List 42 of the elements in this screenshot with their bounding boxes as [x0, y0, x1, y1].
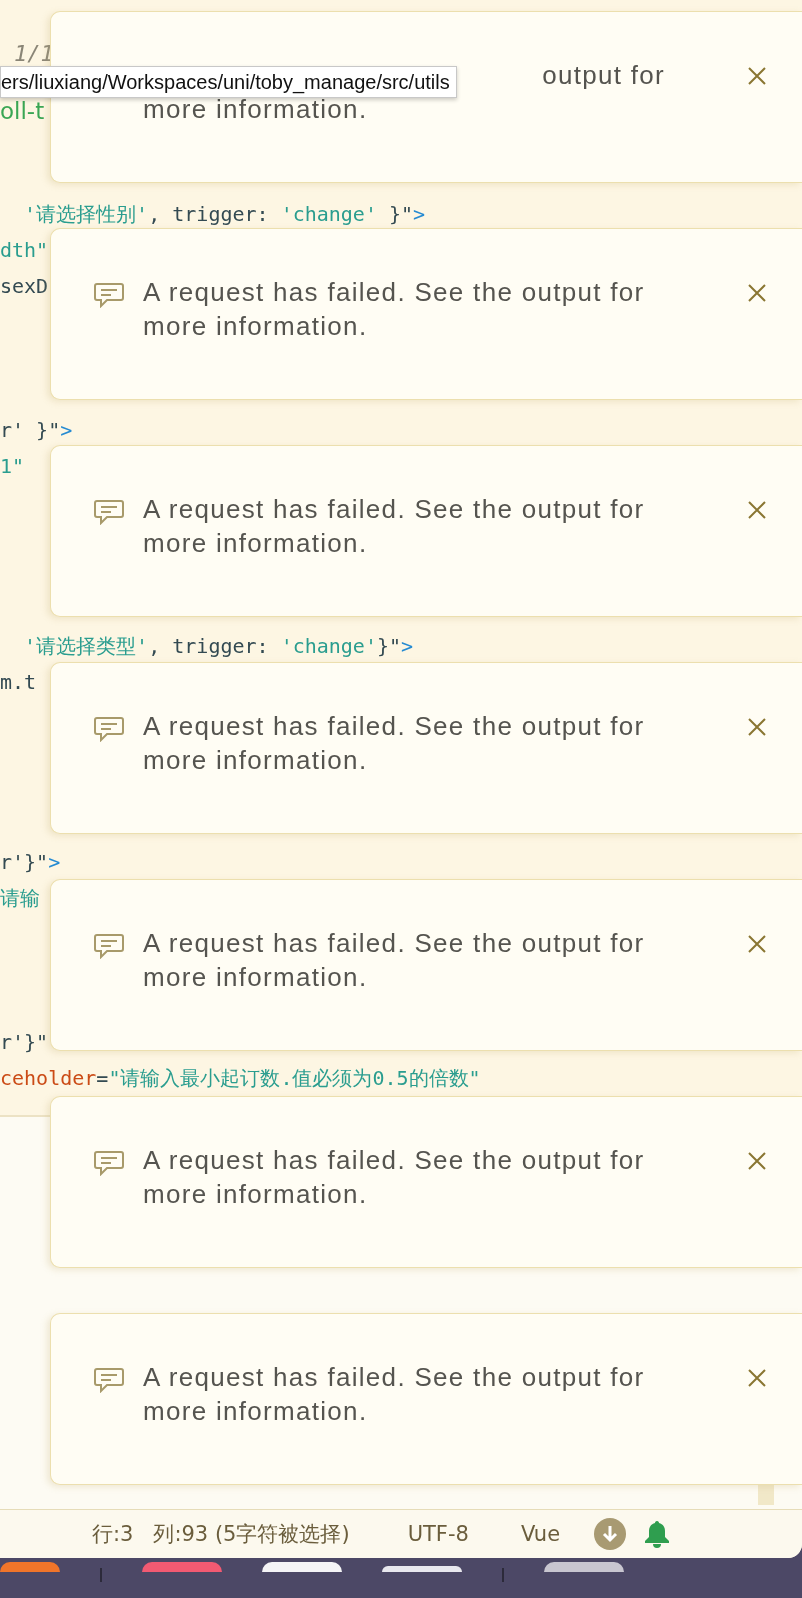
comment-icon	[94, 1150, 124, 1176]
notification-message: A request has failed. See the output for more information.	[143, 710, 646, 777]
comment-icon	[94, 933, 124, 959]
app-icon[interactable]	[382, 1566, 462, 1572]
encoding[interactable]: UTF-8	[407, 1522, 469, 1546]
comment-icon	[94, 716, 124, 742]
code-line: '请选择类型', trigger: 'change'}">	[23, 632, 414, 660]
notification-text: output for	[542, 59, 665, 92]
comment-icon	[94, 499, 124, 525]
language-mode[interactable]: Vue	[520, 1522, 561, 1546]
comment-icon	[94, 1367, 124, 1393]
code-line: sexD	[0, 274, 49, 298]
app-icon[interactable]	[544, 1562, 624, 1572]
cursor-line[interactable]: 行:3	[92, 1520, 134, 1548]
code-line: ceholder="请输入最小起订数.值必须为0.5的倍数"	[0, 1064, 481, 1092]
bell-icon[interactable]	[644, 1520, 671, 1548]
code-line: r'}">	[0, 850, 61, 874]
code-line: dth"	[0, 238, 49, 262]
code-line: 1"	[0, 454, 25, 478]
cursor-column[interactable]: 列:93 (5字符被选择)	[153, 1520, 350, 1548]
download-icon[interactable]	[594, 1518, 627, 1550]
match-count: 1/1	[14, 40, 55, 66]
close-icon[interactable]	[748, 718, 766, 736]
code-line: r' }">	[0, 418, 73, 442]
path-tooltip: ers/liuxiang/Workspaces/uni/toby_manage/src/utils	[0, 66, 457, 98]
notification-message: A request has failed. See the output for more information.	[143, 1144, 646, 1211]
notification-message: A request has failed. See the output for more information.	[143, 927, 646, 994]
close-icon[interactable]	[748, 501, 766, 519]
code-line: '请选择性别', trigger: 'change' }">	[23, 200, 426, 228]
close-icon[interactable]	[748, 1369, 766, 1387]
close-icon[interactable]	[748, 1152, 766, 1170]
code-line: r'}"	[0, 1030, 49, 1054]
close-icon[interactable]	[748, 284, 766, 302]
comment-icon	[94, 282, 124, 308]
close-icon[interactable]	[748, 935, 766, 953]
notification-message: A request has failed. See the output for more information.	[143, 1361, 646, 1428]
notification-message: A request has failed. See the output for more information.	[143, 276, 646, 343]
notification-message: A request has failed. See the output for more information.	[143, 493, 646, 560]
app-icon[interactable]	[262, 1562, 342, 1572]
code-line: 请输	[0, 884, 40, 912]
code-line: m.t	[0, 670, 37, 694]
close-icon[interactable]	[748, 67, 766, 85]
